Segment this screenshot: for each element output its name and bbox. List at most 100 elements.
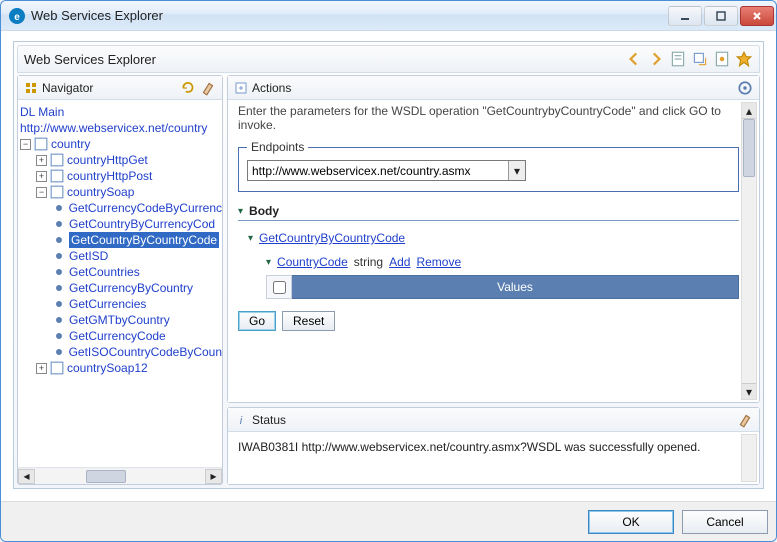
explorer-frame: Web Services Explorer Navigator: [13, 41, 764, 489]
scroll-right-icon[interactable]: ▸: [205, 469, 222, 484]
dialog-footer: OK Cancel: [1, 501, 776, 541]
navigator-title: Navigator: [42, 81, 176, 95]
status-panel: i Status IWAB0381I http://www.webservice…: [227, 407, 760, 485]
collapse-icon[interactable]: ▾: [266, 257, 271, 268]
operation-link[interactable]: GetCountryByCountryCode: [259, 231, 405, 245]
frame-title: Web Services Explorer: [24, 52, 625, 67]
tree-node-operation: GetGMTbyCountry: [20, 312, 222, 328]
tree-node-operation: GetCountries: [20, 264, 222, 280]
refresh-icon[interactable]: [180, 80, 196, 96]
cancel-button[interactable]: Cancel: [682, 510, 768, 534]
values-checkbox[interactable]: [273, 281, 286, 294]
expand-icon[interactable]: +: [36, 155, 47, 166]
scroll-up-icon[interactable]: ▴: [742, 103, 756, 119]
navigator-tree[interactable]: DL Main http://www.webservicex.net/count…: [18, 100, 222, 378]
endpoint-combo[interactable]: ▾: [247, 160, 526, 181]
body-section[interactable]: ▾ Body: [238, 204, 739, 221]
operation-row: ▾ GetCountryByCountryCode: [248, 231, 739, 245]
body-label: Body: [249, 204, 279, 218]
parameter-row: ▾ CountryCode string Add Remove: [266, 255, 739, 269]
actions-description: Enter the parameters for the WSDL operat…: [238, 104, 739, 132]
collapse-icon[interactable]: −: [36, 187, 47, 198]
wsdl-page-icon[interactable]: [669, 50, 687, 68]
tree-node-operation: GetCurrencyCodeByCurrenc: [20, 200, 222, 216]
operation-icon: [52, 281, 66, 295]
binding-icon: [50, 169, 64, 183]
endpoints-legend: Endpoints: [247, 140, 308, 154]
window-title: Web Services Explorer: [31, 8, 666, 23]
favorites-icon[interactable]: [735, 50, 753, 68]
binding-icon: [50, 185, 64, 199]
tree-node-operation: GetISD: [20, 248, 222, 264]
navigator-panel: Navigator DL Main http://www.webservicex…: [17, 75, 223, 485]
tree-node-binding: +countryHttpGet: [20, 152, 222, 168]
service-icon: [34, 137, 48, 151]
back-icon[interactable]: [625, 50, 643, 68]
client-area: Web Services Explorer Navigator: [1, 31, 776, 501]
tree-node-operation-selected: GetCountryByCountryCode: [20, 232, 222, 248]
operation-icon: [52, 249, 66, 263]
endpoint-input[interactable]: [248, 162, 508, 180]
operation-icon: [52, 297, 66, 311]
horizontal-scrollbar[interactable]: ◂ ▸: [18, 467, 222, 484]
status-title: Status: [252, 413, 733, 427]
operation-icon: [52, 313, 66, 327]
add-link[interactable]: Add: [389, 255, 410, 269]
parameter-type: string: [354, 255, 383, 269]
clear-icon[interactable]: [200, 80, 216, 96]
collapse-icon[interactable]: −: [20, 139, 31, 150]
actions-icon: [234, 81, 248, 95]
tree-node-main: DL Main: [20, 104, 222, 120]
minimize-button[interactable]: [668, 6, 702, 26]
maximize-button[interactable]: [704, 6, 738, 26]
chevron-down-icon[interactable]: ▾: [508, 161, 525, 180]
values-checkbox-cell: [266, 275, 292, 299]
binding-icon: [50, 361, 64, 375]
import-icon[interactable]: [691, 50, 709, 68]
tree-node-operation: GetISOCountryCodeByCoun: [20, 344, 222, 360]
forward-icon[interactable]: [647, 50, 665, 68]
tree-node-operation: GetCurrencies: [20, 296, 222, 312]
close-button[interactable]: [740, 6, 774, 26]
reset-button[interactable]: Reset: [282, 311, 335, 331]
go-button[interactable]: Go: [238, 311, 276, 331]
svg-text:i: i: [240, 415, 243, 427]
titlebar[interactable]: e Web Services Explorer: [1, 1, 776, 31]
uddi-icon[interactable]: [713, 50, 731, 68]
expand-icon[interactable]: +: [36, 363, 47, 374]
dialog-window: e Web Services Explorer Web Services Exp…: [0, 0, 777, 542]
info-icon: i: [234, 413, 248, 427]
scrollbar-thumb[interactable]: [86, 470, 126, 483]
vertical-scrollbar[interactable]: ▴ ▾: [741, 102, 757, 400]
status-message: IWAB0381I http://www.webservicex.net/cou…: [238, 440, 700, 454]
remove-link[interactable]: Remove: [416, 255, 461, 269]
collapse-icon[interactable]: ▾: [248, 233, 253, 244]
operation-icon: [52, 265, 66, 279]
values-table: Values: [266, 275, 739, 299]
tree-node-binding: +countrySoap12: [20, 360, 222, 376]
ok-button[interactable]: OK: [588, 510, 674, 534]
tree-node-url: http://www.webservicex.net/country: [20, 120, 222, 136]
tree-node-binding: +countryHttpPost: [20, 168, 222, 184]
source-icon[interactable]: [737, 80, 753, 96]
actions-panel: Actions Enter the parameters for the WSD…: [227, 75, 760, 403]
tree-node-service: −country: [20, 136, 222, 152]
endpoints-fieldset: Endpoints ▾: [238, 140, 739, 192]
tree-node-operation: GetCurrencyCode: [20, 328, 222, 344]
frame-header: Web Services Explorer: [17, 45, 760, 73]
operation-icon: [52, 345, 66, 359]
scroll-down-icon[interactable]: ▾: [742, 383, 756, 399]
scrollbar-thumb[interactable]: [743, 119, 755, 177]
parameter-name-link[interactable]: CountryCode: [277, 255, 348, 269]
vertical-scrollbar[interactable]: [741, 434, 757, 482]
actions-title: Actions: [252, 81, 733, 95]
operation-icon: [52, 233, 66, 247]
clear-status-icon[interactable]: [737, 412, 753, 428]
operation-icon: [52, 217, 66, 231]
collapse-icon[interactable]: ▾: [238, 206, 243, 217]
binding-icon: [50, 153, 64, 167]
tree-node-binding: −countrySoap: [20, 184, 222, 200]
tree-node-operation: GetCountryByCurrencyCod: [20, 216, 222, 232]
expand-icon[interactable]: +: [36, 171, 47, 182]
scroll-left-icon[interactable]: ◂: [18, 469, 35, 484]
